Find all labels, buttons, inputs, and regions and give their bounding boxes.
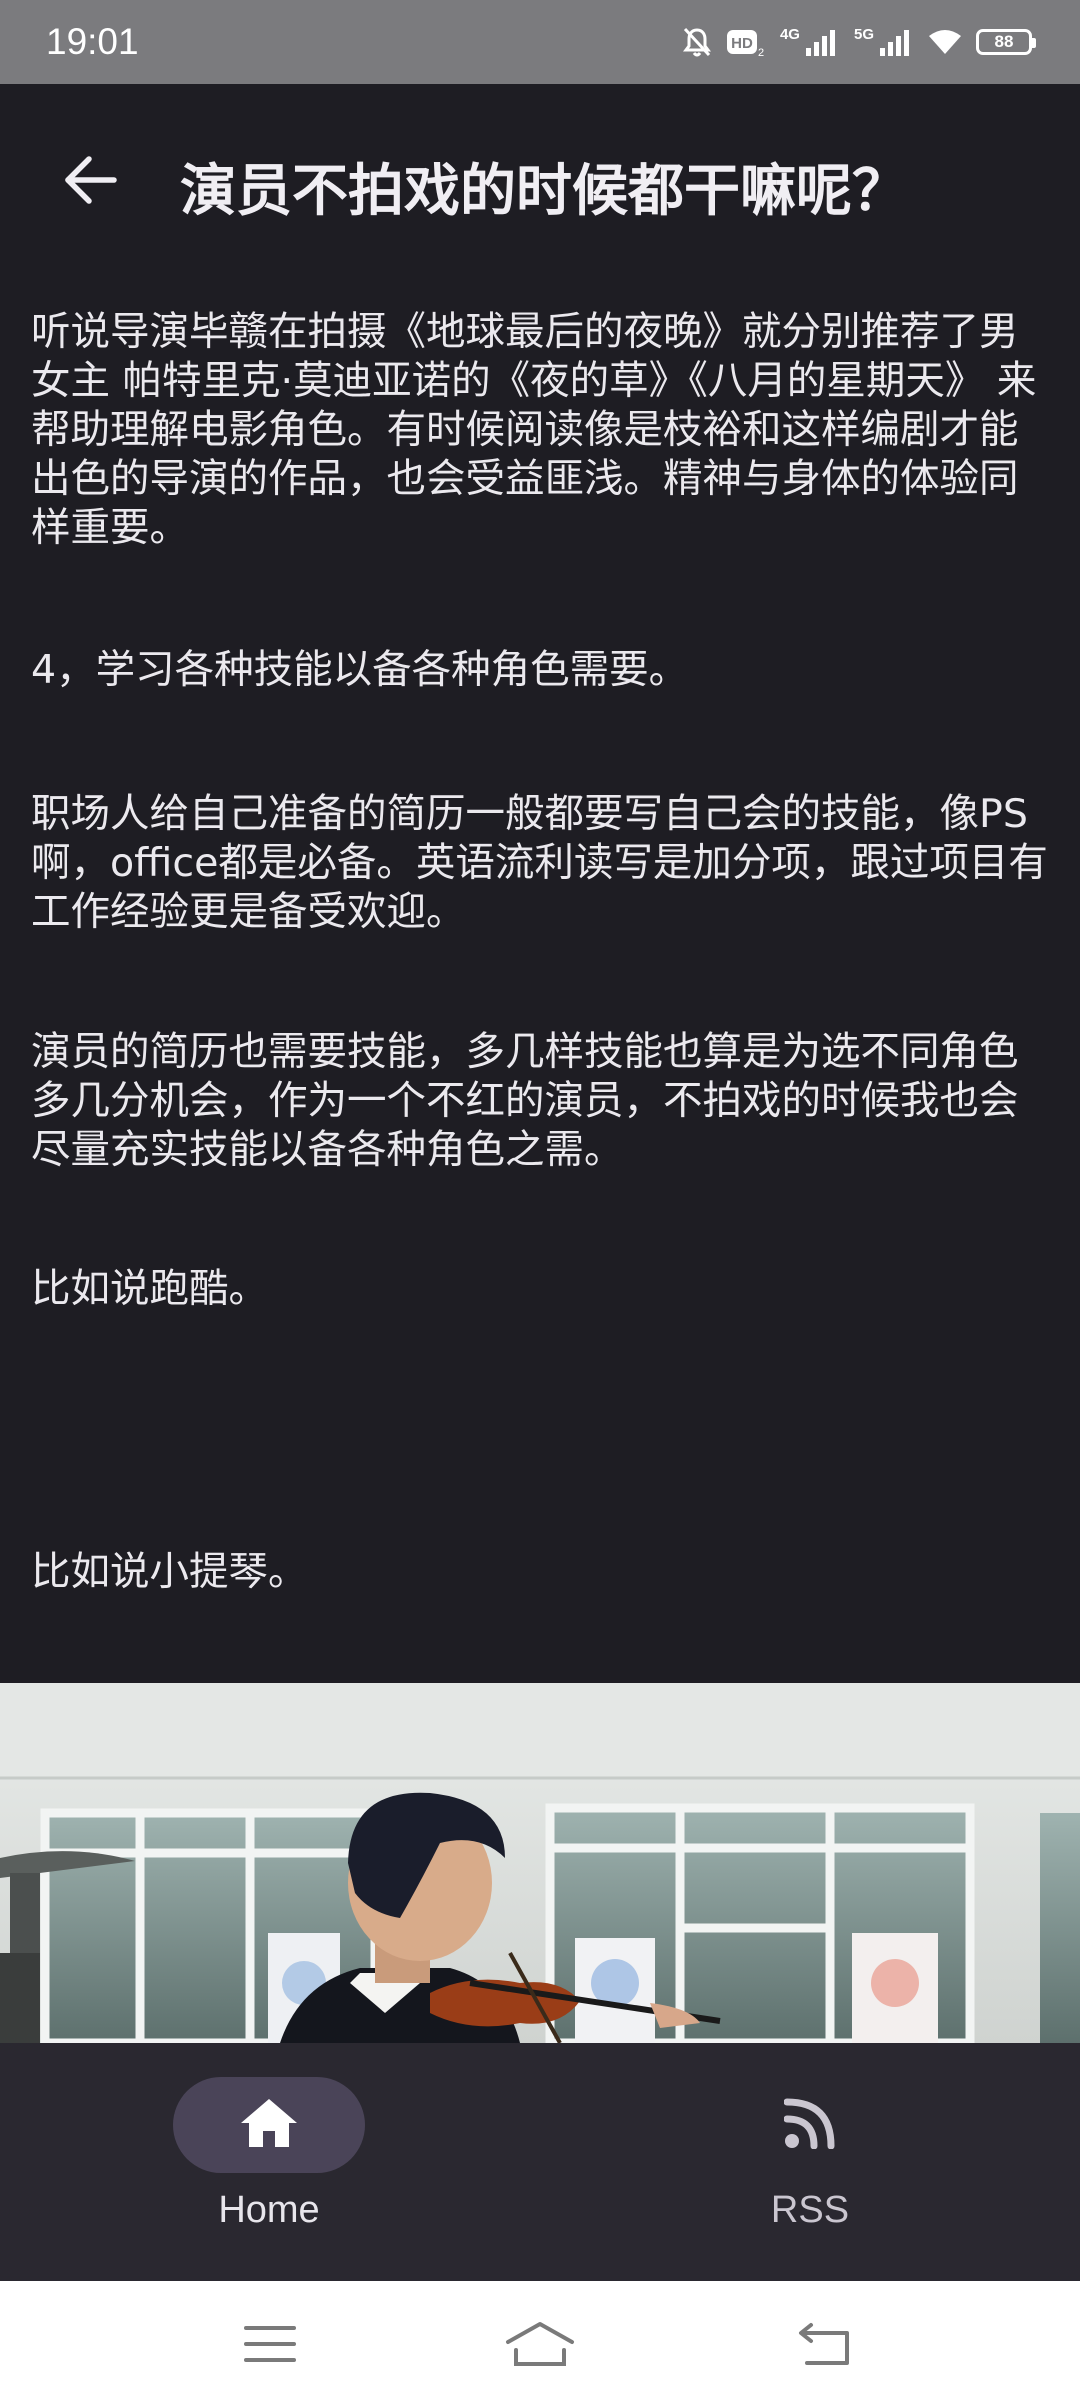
- hd-icon: HD 2: [726, 26, 766, 58]
- back-icon: [797, 2321, 853, 2371]
- home-outline-icon: [504, 2320, 576, 2372]
- nav-item-indicator: [714, 2077, 906, 2173]
- battery-level: 88: [994, 32, 1014, 51]
- status-bar: 19:01 HD 2 4G 5G 88: [0, 0, 1080, 84]
- network-label-2: 5G: [853, 25, 874, 43]
- back-button[interactable]: [50, 142, 130, 222]
- bottom-navigation: Home RSS: [0, 2043, 1080, 2281]
- recent-apps-button[interactable]: [235, 2321, 305, 2371]
- nav-item-label: Home: [218, 2189, 320, 2231]
- status-time: 19:01: [46, 21, 139, 62]
- rss-icon: [783, 2097, 836, 2153]
- system-home-button[interactable]: [505, 2321, 575, 2371]
- article-image[interactable]: [0, 1683, 1080, 2043]
- mute-icon: [682, 26, 712, 58]
- page-title: 演员不拍戏的时候都干嘛呢？: [180, 159, 908, 224]
- svg-text:HD: HD: [731, 35, 753, 52]
- network-label-1: 4G: [779, 25, 800, 43]
- svg-text:2: 2: [758, 47, 764, 58]
- app-bar: 演员不拍戏的时候都干嘛呢？: [0, 84, 1080, 280]
- article-paragraph: 听说导演毕赣在拍摄《地球最后的夜晚》就分别推荐了男女主 帕特里克·莫迪亚诺的《夜…: [31, 309, 1037, 551]
- nav-item-home[interactable]: Home: [139, 2077, 399, 2247]
- system-navigation-bar: [0, 2281, 1080, 2408]
- battery-icon: 88: [976, 29, 1036, 55]
- wifi-icon: [928, 28, 962, 56]
- article-paragraph: 比如说小提琴。: [31, 1549, 308, 1595]
- violinist-photo: [0, 1683, 1080, 2043]
- arrow-left-icon: [62, 155, 118, 209]
- article-paragraph: 演员的简历也需要技能，多几样技能也算是为选不同角色多几分机会，作为一个不红的演员…: [31, 1029, 1019, 1173]
- nav-item-rss[interactable]: RSS: [680, 2077, 940, 2247]
- article-paragraph: 职场人给自己准备的简历一般都要写自己会的技能，像PS啊，office都是必备。英…: [31, 791, 1048, 935]
- system-back-button[interactable]: [790, 2321, 860, 2371]
- nav-item-indicator: [173, 2077, 365, 2173]
- home-icon: [239, 2097, 299, 2153]
- signal-icon: [880, 28, 914, 56]
- menu-icon: [243, 2323, 297, 2369]
- status-icons: HD 2 4G 5G 88: [682, 25, 1036, 58]
- signal-icon: [805, 28, 840, 56]
- article-paragraph: 比如说跑酷。: [31, 1266, 268, 1312]
- nav-item-label: RSS: [770, 2189, 850, 2231]
- article-paragraph: 4，学习各种技能以备各种角色需要。: [31, 647, 689, 693]
